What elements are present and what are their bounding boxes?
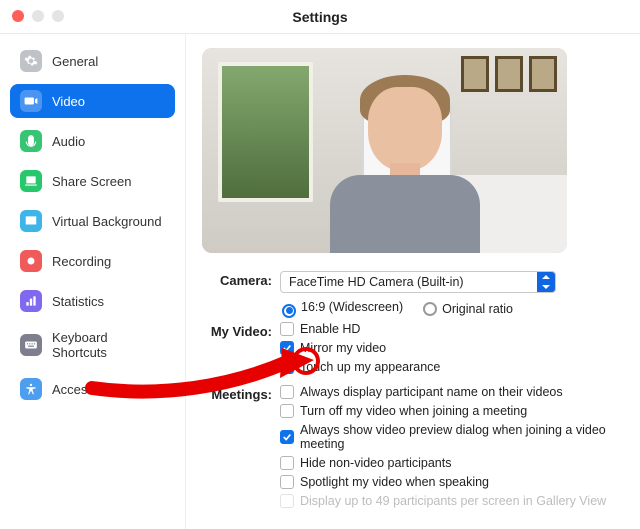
checkbox-icon [280,494,294,508]
sidebar-item-statistics[interactable]: Statistics [10,284,175,318]
gallery-49-checkbox: Display up to 49 participants per screen… [280,494,624,508]
sidebar-item-label: Recording [52,254,111,269]
sidebar-item-label: Accessibility [52,382,123,397]
checkbox-label: Spotlight my video when speaking [300,475,489,489]
checkbox-label: Always display participant name on their… [300,385,563,399]
my-video-section-label: My Video: [202,322,280,339]
checkbox-label: Always show video preview dialog when jo… [300,423,624,451]
checkbox-icon [280,341,294,355]
checkbox-label: Display up to 49 participants per screen… [300,494,606,508]
checkbox-icon [280,404,294,418]
radio-label: Original ratio [442,302,513,316]
checkbox-icon [280,322,294,336]
enable-hd-checkbox[interactable]: Enable HD [280,322,624,336]
sidebar-item-label: Keyboard Shortcuts [52,330,165,360]
sidebar-item-video[interactable]: Video [10,84,175,118]
aspect-ratio-wide-radio[interactable]: 16:9 (Widescreen) [282,300,403,315]
sidebar-item-label: General [52,54,98,69]
recording-icon [20,250,42,272]
aspect-ratio-original-radio[interactable]: Original ratio [423,299,513,316]
sidebar-item-label: Virtual Background [52,214,162,229]
sidebar-item-share-screen[interactable]: Share Screen [10,164,175,198]
sidebar-item-keyboard-shortcuts[interactable]: Keyboard Shortcuts [10,324,175,366]
sidebar-item-virtual-background[interactable]: Virtual Background [10,204,175,238]
camera-preview [202,48,567,253]
sidebar-item-label: Audio [52,134,85,149]
checkbox-label: Mirror my video [300,341,386,355]
checkbox-icon [280,385,294,399]
statistics-icon [20,290,42,312]
close-window-button[interactable] [12,10,24,22]
radio-icon [282,304,296,318]
camera-select-value: FaceTime HD Camera (Built-in) [289,275,464,289]
background-icon [20,210,42,232]
mirror-video-checkbox[interactable]: Mirror my video [280,341,624,355]
settings-panel-video: Camera: FaceTime HD Camera (Built-in) 16… [186,34,640,529]
spotlight-checkbox[interactable]: Spotlight my video when speaking [280,475,624,489]
meetings-section-label: Meetings: [202,385,280,402]
camera-section-label: Camera: [202,271,280,288]
checkbox-label: Enable HD [300,322,360,336]
radio-icon [423,302,437,316]
chevron-up-down-icon [537,272,555,292]
sidebar-item-accessibility[interactable]: Accessibility [10,372,175,406]
checkbox-icon [280,475,294,489]
sidebar-item-label: Video [52,94,85,109]
settings-sidebar: General Video Audio Share Screen Virtual [0,34,186,529]
window-controls [12,10,64,22]
accessibility-icon [20,378,42,400]
audio-icon [20,130,42,152]
sidebar-item-recording[interactable]: Recording [10,244,175,278]
camera-select[interactable]: FaceTime HD Camera (Built-in) [280,271,556,293]
maximize-window-button[interactable] [52,10,64,22]
hide-non-video-checkbox[interactable]: Hide non-video participants [280,456,624,470]
sidebar-item-general[interactable]: General [10,44,175,78]
checkbox-icon [280,456,294,470]
checkbox-icon [280,360,294,374]
share-icon [20,170,42,192]
turn-off-video-on-join-checkbox[interactable]: Turn off my video when joining a meeting [280,404,624,418]
show-preview-dialog-checkbox[interactable]: Always show video preview dialog when jo… [280,423,624,451]
window-title: Settings [292,9,347,25]
sidebar-item-label: Statistics [52,294,104,309]
checkbox-label: Turn off my video when joining a meeting [300,404,527,418]
titlebar: Settings [0,0,640,34]
sidebar-item-audio[interactable]: Audio [10,124,175,158]
sidebar-item-label: Share Screen [52,174,132,189]
keyboard-icon [20,334,42,356]
checkbox-label: Hide non-video participants [300,456,451,470]
show-participant-names-checkbox[interactable]: Always display participant name on their… [280,385,624,399]
gear-icon [20,50,42,72]
video-icon [20,90,42,112]
minimize-window-button[interactable] [32,10,44,22]
touch-up-appearance-checkbox[interactable]: Touch up my appearance [280,360,624,374]
checkbox-label: Touch up my appearance [300,360,440,374]
checkbox-icon [280,430,294,444]
radio-label: 16:9 (Widescreen) [301,300,403,314]
